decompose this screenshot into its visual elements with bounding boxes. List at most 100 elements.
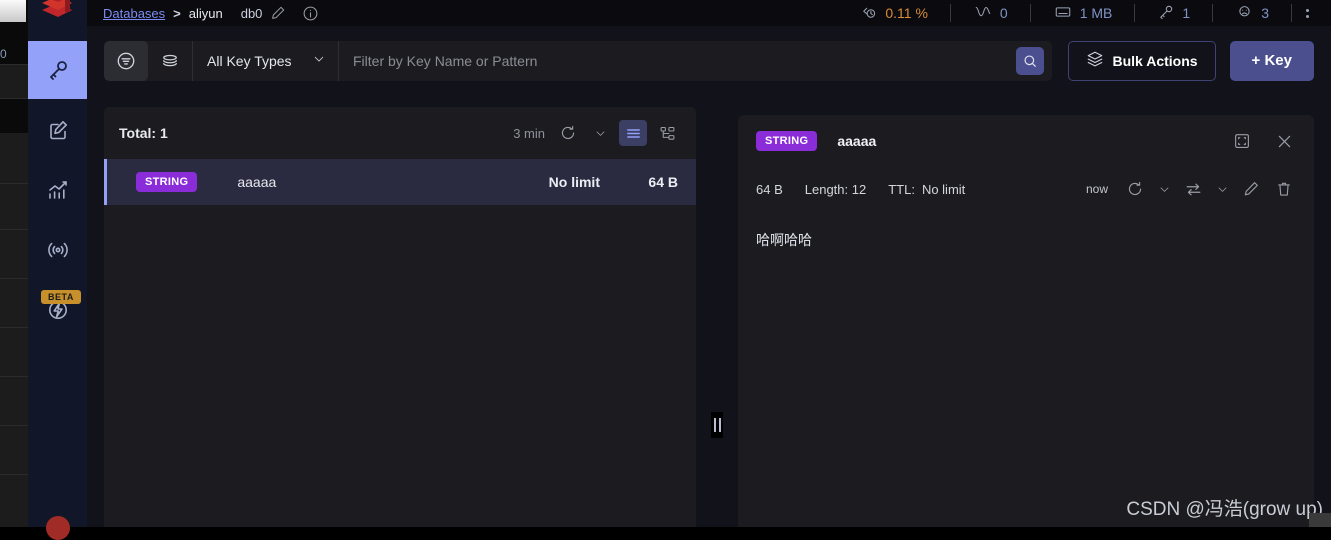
details-size: 64 B — [756, 181, 783, 197]
metric-cpu: 0.11 % — [838, 4, 951, 22]
topbar: Databases > aliyun db0 0.11 % 0 1 MB 1 3 — [87, 0, 1331, 26]
chevron-down-icon — [312, 52, 326, 69]
drag-handle-icon[interactable] — [711, 412, 723, 438]
background-window: 0 — [0, 0, 30, 527]
bg-band — [0, 65, 30, 98]
broadcast-icon — [46, 238, 70, 262]
metric-cpu-value: 0.11 % — [885, 5, 928, 21]
filter-bar: All Key Types — [104, 40, 1052, 81]
key-details-panel: STRING aaaaa 64 B Length: 12 TTL: No lim… — [738, 115, 1314, 527]
sidebar-item-pub-sub[interactable] — [28, 221, 87, 279]
keys-list-header-actions: 3 min — [513, 120, 681, 146]
list-view-icon[interactable] — [619, 120, 647, 146]
background-window-titlebar — [0, 0, 26, 22]
refresh-options-chevron-down-icon[interactable] — [587, 120, 613, 146]
metric-memory-value: 1 MB — [1079, 5, 1113, 21]
details-type-badge: STRING — [756, 131, 818, 151]
tree-view-icon[interactable] — [653, 120, 681, 146]
corner-chip — [1309, 513, 1331, 527]
sidebar-item-workbench[interactable] — [28, 101, 87, 159]
key-value-content[interactable]: 哈啊哈哈 — [738, 211, 1314, 251]
filter-input[interactable] — [339, 40, 1016, 81]
key-details-meta: 64 B Length: 12 TTL: No limit now — [738, 167, 1314, 211]
layers-icon — [1086, 50, 1104, 71]
trash-icon[interactable] — [1272, 177, 1296, 201]
key-details-header: STRING aaaaa — [738, 115, 1314, 167]
refresh-icon[interactable] — [555, 120, 581, 146]
database-metrics: 0.11 % 0 1 MB 1 3 — [838, 0, 1331, 26]
breadcrumb-database-alias[interactable]: aliyun — [189, 6, 223, 21]
breadcrumb: Databases > aliyun db0 — [87, 5, 319, 22]
left-sidebar: BETA — [28, 0, 87, 540]
more-vertical-icon[interactable] — [1292, 8, 1323, 18]
redisinsight-window: BETA Databases > aliyun db0 0.11 % 0 1 M… — [28, 0, 1331, 540]
breadcrumb-separator: > — [173, 5, 181, 21]
metric-connected-clients: 3 — [1213, 4, 1292, 22]
pencil-icon[interactable] — [270, 5, 286, 21]
keys-toolbar: All Key Types Filter by Key Name or Patt… — [87, 26, 1331, 95]
key-type-badge: STRING — [136, 172, 198, 192]
bg-band — [0, 230, 30, 278]
metric-total-keys: 1 — [1135, 3, 1214, 24]
details-length: Length: 12 — [804, 181, 867, 197]
key-small-icon — [1157, 3, 1175, 24]
filter-icon[interactable] — [104, 40, 148, 81]
keys-list-header: Total: 1 3 min — [104, 107, 696, 159]
table-row[interactable]: STRING aaaaa No limit 64 B — [104, 159, 696, 205]
beta-badge: BETA — [41, 290, 81, 304]
format-options-chevron-down-icon[interactable] — [1214, 177, 1230, 201]
details-key-name: aaaaa — [837, 133, 877, 149]
breadcrumb-db-index: db0 — [240, 5, 263, 21]
bulk-actions-label: Bulk Actions — [1112, 52, 1198, 69]
details-ttl-label: TTL: — [888, 181, 915, 197]
key-type-select-value: All Key Types — [207, 52, 292, 69]
panel-splitter[interactable] — [696, 107, 738, 527]
refresh-options-chevron-down-icon[interactable] — [1156, 177, 1172, 201]
bg-band — [0, 475, 30, 527]
search-icon[interactable] — [1015, 46, 1044, 75]
bg-band — [0, 426, 30, 474]
metric-commands-per-second: 0 — [951, 4, 1031, 22]
background-window-metric: 0 — [0, 47, 7, 61]
edit-square-icon — [46, 118, 70, 142]
sidebar-item-analysis-tools[interactable] — [28, 161, 87, 219]
keys-list-panel: Total: 1 3 min STRING aaaaa No limit 64 … — [104, 107, 696, 527]
sidebar-bottom-avatar[interactable] — [46, 516, 70, 540]
bar-chart-icon — [46, 178, 70, 202]
details-last-refresh: now — [1085, 182, 1108, 196]
swap-format-icon[interactable] — [1181, 177, 1205, 201]
layers-stack-icon[interactable] — [148, 41, 192, 81]
bg-band — [0, 377, 30, 425]
cpu-gauge-icon — [860, 3, 878, 24]
memory-chip-icon — [1053, 3, 1073, 24]
key-size: 64 B — [648, 174, 678, 190]
fullscreen-icon[interactable] — [1230, 129, 1254, 153]
info-circle-icon[interactable] — [302, 5, 319, 22]
add-key-button[interactable]: + Key — [1229, 40, 1314, 81]
metric-memory: 1 MB — [1031, 4, 1136, 22]
last-refresh-time: 3 min — [513, 125, 545, 141]
activity-line-icon — [973, 3, 993, 24]
bg-band — [0, 184, 30, 229]
bg-band — [0, 133, 30, 183]
key-icon — [46, 58, 70, 82]
key-name: aaaaa — [237, 174, 277, 190]
bg-divider — [0, 98, 30, 99]
bulk-actions-button[interactable]: Bulk Actions — [1067, 40, 1216, 81]
sidebar-item-browser[interactable] — [28, 41, 87, 99]
details-header-actions — [1230, 129, 1296, 153]
pencil-icon[interactable] — [1239, 177, 1263, 201]
refresh-icon[interactable] — [1123, 177, 1147, 201]
key-type-select[interactable]: All Key Types — [193, 41, 338, 81]
key-ttl: No limit — [548, 174, 600, 190]
total-keys-label: Total: 1 — [119, 125, 168, 141]
redis-logo — [40, 0, 76, 24]
details-ttl-value: No limit — [921, 181, 966, 197]
details-ttl: TTL: No limit — [888, 182, 965, 197]
user-icon — [1235, 3, 1254, 24]
metric-clients-value: 3 — [1261, 5, 1269, 21]
close-icon[interactable] — [1272, 129, 1296, 153]
key-details-actions: now — [1086, 177, 1296, 201]
breadcrumb-databases-link[interactable]: Databases — [103, 6, 165, 21]
bg-band — [0, 279, 30, 327]
